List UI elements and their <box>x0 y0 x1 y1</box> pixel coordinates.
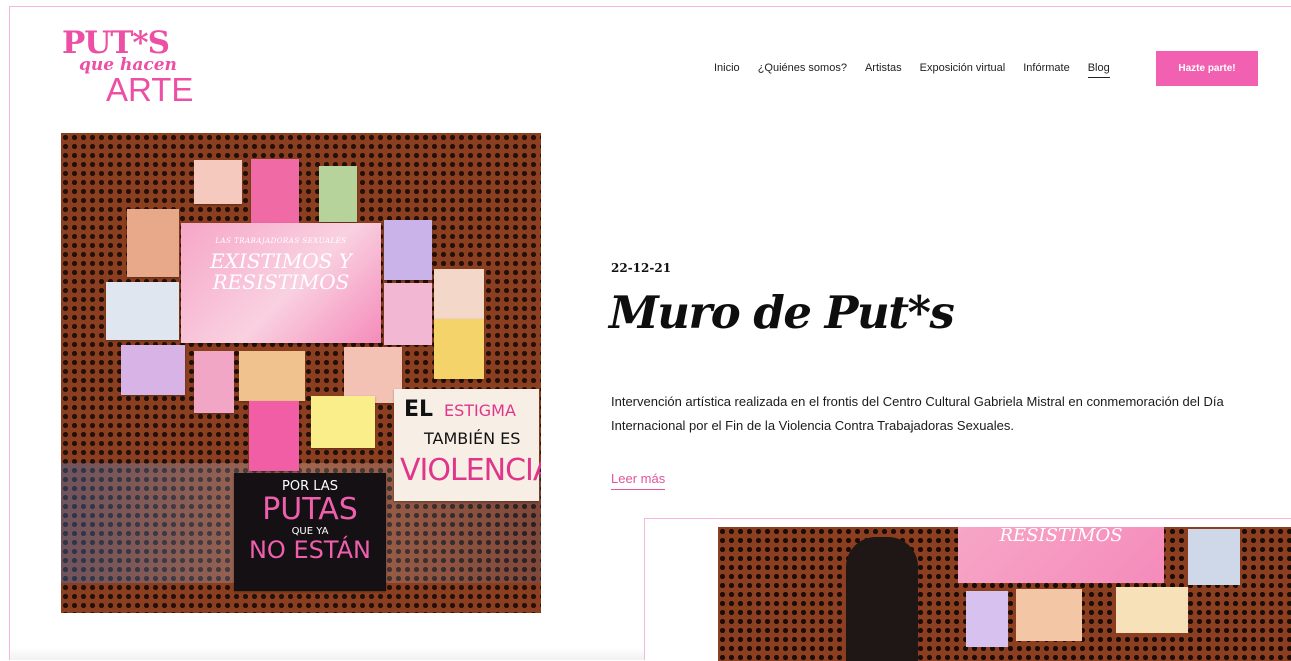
poster <box>127 209 179 277</box>
nav-item-quienes-somos[interactable]: ¿Quiénes somos? <box>758 62 847 74</box>
poster <box>1016 589 1082 641</box>
banner-poster: RESISTIMOS <box>958 527 1164 583</box>
person-figure <box>846 537 918 661</box>
poster <box>384 283 432 345</box>
page-frame-top <box>9 6 1291 7</box>
post-title[interactable]: Muro de Put*s <box>609 290 955 335</box>
sign-text: VIOLENCIA <box>400 453 541 488</box>
post-featured-image[interactable]: LAS TRABAJADORAS SEXUALES EXISTIMOS Y RE… <box>61 133 541 613</box>
join-button[interactable]: Hazte parte! <box>1156 51 1258 86</box>
poster-title: EXISTIMOS Y RESISTIMOS <box>210 249 352 294</box>
sign-text: PUTAS <box>262 492 358 527</box>
site-logo[interactable]: PUT*S que hacen ARTE <box>62 28 212 108</box>
poster <box>966 591 1008 647</box>
page-frame-left <box>9 6 10 660</box>
poster <box>384 220 432 280</box>
next-post-card[interactable]: RESISTIMOS <box>644 518 1291 661</box>
sign-text: EL <box>404 397 434 422</box>
poster <box>194 351 234 413</box>
poster <box>194 160 242 204</box>
existimos-poster: LAS TRABAJADORAS SEXUALES EXISTIMOS Y RE… <box>181 223 381 343</box>
post-description: Intervención artística realizada en el f… <box>611 394 1224 433</box>
nav-item-informate[interactable]: Infórmate <box>1023 62 1069 74</box>
next-post-image[interactable]: RESISTIMOS <box>718 527 1291 661</box>
poster <box>249 401 299 471</box>
poster <box>319 166 357 222</box>
sign-text: NO ESTÁN <box>248 536 372 564</box>
nav-item-blog[interactable]: Blog <box>1087 62 1110 78</box>
nav-item-artistas[interactable]: Artistas <box>865 62 902 74</box>
poster <box>434 319 484 379</box>
estigma-sign: EL ESTIGMA TAMBIÉN ES VIOLENCIA <box>394 389 541 501</box>
poster <box>106 282 179 340</box>
nav-item-inicio[interactable]: Inicio <box>714 62 740 74</box>
section-divider <box>10 648 644 660</box>
poster <box>434 269 484 319</box>
read-more-link[interactable]: Leer más <box>611 471 666 490</box>
main-navigation: Inicio ¿Quiénes somos? Artistas Exposici… <box>714 62 1128 78</box>
poster <box>1116 587 1188 633</box>
putas-sign: POR LAS PUTAS QUE YA NO ESTÁN <box>234 473 386 591</box>
poster <box>251 159 299 225</box>
poster <box>311 396 375 448</box>
logo-line-3: ARTE <box>106 71 194 108</box>
poster <box>1188 529 1240 585</box>
sign-text: ESTIGMA <box>444 401 516 420</box>
post-date: 22-12-21 <box>611 261 672 275</box>
poster <box>121 345 185 395</box>
nav-item-exposicion-virtual[interactable]: Exposición virtual <box>920 62 1006 74</box>
poster-small-text: LAS TRABAJADORAS SEXUALES <box>215 237 347 245</box>
poster <box>239 351 305 401</box>
sign-text: TAMBIÉN ES <box>424 429 521 448</box>
